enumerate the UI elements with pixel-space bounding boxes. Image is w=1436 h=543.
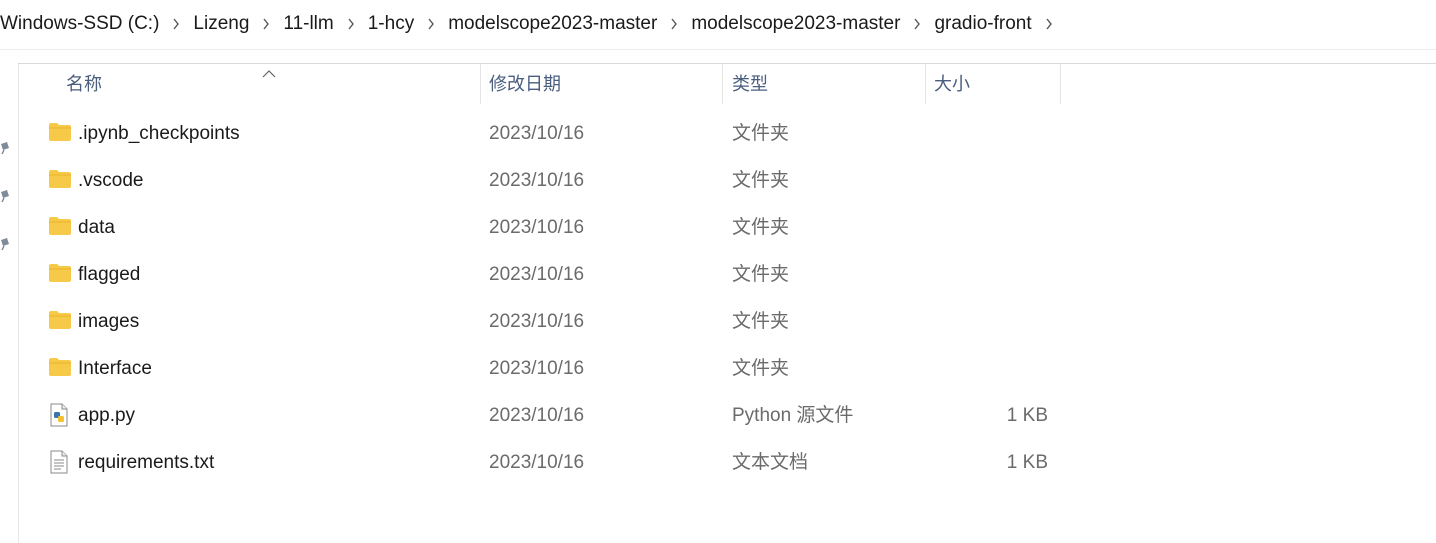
file-date: 2023/10/16: [489, 170, 585, 191]
file-type: 文本文档: [732, 452, 809, 473]
column-header-name[interactable]: 名称: [66, 64, 102, 104]
chevron-right-icon[interactable]: [251, 13, 281, 35]
file-date: 2023/10/16: [489, 358, 585, 379]
column-header-type[interactable]: 类型: [732, 64, 768, 104]
column-header-size[interactable]: 大小: [934, 64, 970, 104]
python-file-icon: [50, 403, 74, 427]
column-header-row: 名称 修改日期 类型 大小: [19, 64, 1119, 104]
folder-icon: [48, 263, 72, 285]
folder-icon: [48, 169, 72, 191]
file-row[interactable]: app.py 2023/10/16 Python 源文件 1 KB: [40, 392, 1070, 439]
file-name: images: [78, 311, 140, 332]
file-name: .vscode: [78, 170, 144, 191]
divider: [0, 49, 1436, 50]
file-date: 2023/10/16: [489, 311, 585, 332]
file-size: 1 KB: [1006, 452, 1048, 473]
column-divider[interactable]: [480, 64, 481, 104]
breadcrumb: Windows-SSD (C:) Lizeng 11-llm 1-hcy mod…: [0, 0, 1436, 48]
breadcrumb-item-lizeng[interactable]: Lizeng: [191, 13, 251, 35]
file-row[interactable]: .vscode 2023/10/16 文件夹: [40, 157, 1070, 204]
file-row[interactable]: flagged 2023/10/16 文件夹: [40, 251, 1070, 298]
column-divider[interactable]: [722, 64, 723, 104]
folder-icon: [48, 357, 72, 379]
breadcrumb-item-modelscope-1[interactable]: modelscope2023-master: [446, 13, 659, 35]
file-size: [930, 251, 1048, 298]
file-type: Python 源文件: [732, 405, 854, 426]
folder-icon: [48, 216, 72, 238]
breadcrumb-item-modelscope-2[interactable]: modelscope2023-master: [689, 13, 902, 35]
chevron-right-icon[interactable]: [336, 13, 366, 35]
file-date: 2023/10/16: [489, 217, 585, 238]
folder-icon: [48, 310, 72, 332]
file-name: data: [78, 217, 115, 238]
breadcrumb-item-11-llm[interactable]: 11-llm: [281, 13, 335, 35]
navigation-pane-edge: [18, 64, 19, 543]
file-date: 2023/10/16: [489, 123, 585, 144]
file-name: app.py: [78, 405, 136, 426]
file-size: [930, 345, 1048, 392]
breadcrumb-item-gradio-front[interactable]: gradio-front: [932, 13, 1033, 35]
file-date: 2023/10/16: [489, 452, 585, 473]
file-type: 文件夹: [732, 123, 790, 144]
chevron-right-icon[interactable]: [161, 13, 191, 35]
file-name: flagged: [78, 264, 141, 285]
file-date: 2023/10/16: [489, 264, 585, 285]
file-row[interactable]: data 2023/10/16 文件夹: [40, 204, 1070, 251]
file-date: 2023/10/16: [489, 405, 585, 426]
file-size: [930, 204, 1048, 251]
file-name: .ipynb_checkpoints: [78, 123, 240, 144]
column-divider[interactable]: [925, 64, 926, 104]
pin-icon[interactable]: [0, 140, 12, 161]
column-divider[interactable]: [1060, 64, 1061, 104]
text-file-icon: [50, 450, 74, 474]
chevron-right-icon[interactable]: [659, 13, 689, 35]
chevron-right-icon[interactable]: [902, 13, 932, 35]
file-row[interactable]: Interface 2023/10/16 文件夹: [40, 345, 1070, 392]
file-size: [930, 110, 1048, 157]
file-row[interactable]: requirements.txt 2023/10/16 文本文档 1 KB: [40, 439, 1070, 486]
folder-icon: [48, 122, 72, 144]
file-size: [930, 157, 1048, 204]
file-name: Interface: [78, 358, 152, 379]
sort-ascending-icon: [262, 62, 276, 83]
pin-icon[interactable]: [0, 188, 12, 209]
file-type: 文件夹: [732, 358, 790, 379]
file-type: 文件夹: [732, 264, 790, 285]
file-size: 1 KB: [1006, 405, 1048, 426]
column-header-date[interactable]: 修改日期: [489, 64, 561, 104]
file-row[interactable]: .ipynb_checkpoints 2023/10/16 文件夹: [40, 110, 1070, 157]
file-type: 文件夹: [732, 217, 790, 238]
file-type: 文件夹: [732, 311, 790, 332]
chevron-right-icon[interactable]: [416, 13, 446, 35]
file-size: [930, 298, 1048, 345]
pin-icon[interactable]: [0, 236, 12, 257]
breadcrumb-item-1-hcy[interactable]: 1-hcy: [366, 13, 416, 35]
file-row[interactable]: images 2023/10/16 文件夹: [40, 298, 1070, 345]
file-name: requirements.txt: [78, 452, 215, 473]
file-type: 文件夹: [732, 170, 790, 191]
chevron-right-icon[interactable]: [1034, 13, 1064, 35]
breadcrumb-item-drive[interactable]: Windows-SSD (C:): [0, 13, 161, 35]
